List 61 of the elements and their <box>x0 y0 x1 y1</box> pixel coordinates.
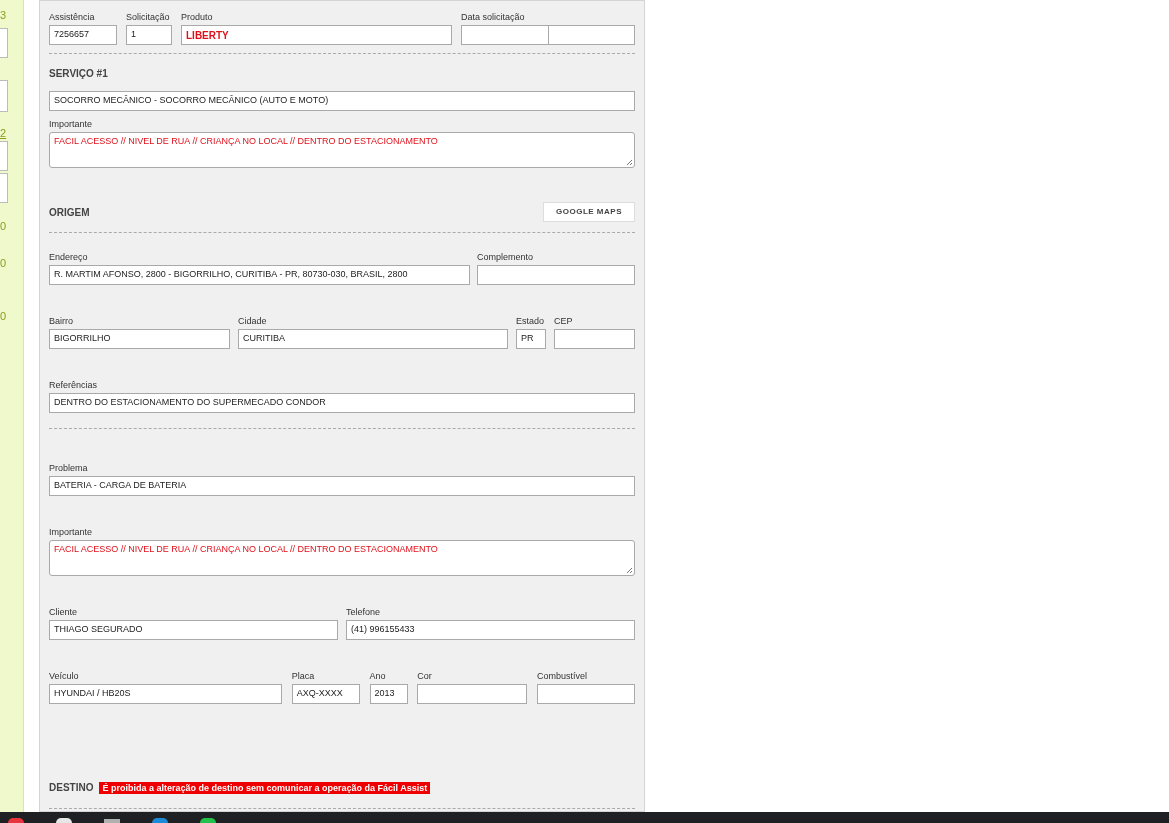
field-label: Estado <box>516 315 545 327</box>
warning-banner: É proibida a alteração de destino sem comunicar a operação da Fácil Assist <box>99 781 431 794</box>
field-label: Problema <box>49 462 88 474</box>
input-field[interactable]: BIGORRILHO <box>49 329 230 349</box>
field-label: Solicitação <box>126 11 170 23</box>
column-number: 0 <box>0 309 7 323</box>
field-label: Data solicitação <box>461 11 525 23</box>
field-label: CEP <box>554 315 573 327</box>
input-field[interactable]: R. MARTIM AFONSO, 2800 - BIGORRILHO, CURITIBA - PR, 80730-030, BRASIL, 2800 <box>49 265 470 285</box>
field-label: Endereço <box>49 251 88 263</box>
section-title: SERVIÇO #1 <box>49 67 108 81</box>
input-field[interactable] <box>548 25 635 45</box>
input-field[interactable]: AXQ-XXXX <box>291 684 360 704</box>
resize-handle-icon[interactable] <box>626 567 633 574</box>
field-label: Importante <box>49 526 93 538</box>
field-label: Placa <box>291 670 315 682</box>
field-label: Bairro <box>49 315 73 327</box>
input-field[interactable]: (41) 996155433 <box>346 620 635 640</box>
resize-handle-icon[interactable] <box>626 159 633 166</box>
input-field[interactable]: THIAGO SEGURADO <box>49 620 338 640</box>
field-label: Referências <box>49 379 98 391</box>
field-label: Cidade <box>238 315 267 327</box>
field-edge <box>0 141 8 171</box>
input-field[interactable] <box>537 684 635 704</box>
field-label: Produto <box>181 11 213 23</box>
input-field[interactable]: CURITIBA <box>238 329 508 349</box>
text-area[interactable]: FACIL ACESSO // NIVEL DE RUA // CRIANÇA NO LOCAL // DENTRO DO ESTACIONAMENTO <box>49 132 635 168</box>
column-number: 2 <box>0 126 7 140</box>
input-field[interactable]: PR <box>516 329 546 349</box>
column-number: 0 <box>0 256 7 270</box>
input-field[interactable]: DENTRO DO ESTACIONAMENTO DO SUPERMECADO CONDOR <box>49 393 635 413</box>
field-label: Cliente <box>49 606 77 618</box>
input-field[interactable]: BATERIA - CARGA DE BATERIA <box>49 476 635 496</box>
field-label: Importante <box>49 118 93 130</box>
field-label: Telefone <box>346 606 381 618</box>
field-label: Veículo <box>49 670 79 682</box>
input-field[interactable] <box>461 25 549 45</box>
google-maps-button[interactable]: GOOGLE MAPS <box>543 202 635 222</box>
field-value: LIBERTY <box>186 28 229 43</box>
column-number: 3 <box>0 8 7 22</box>
field-edge <box>0 173 8 203</box>
field-label: Complemento <box>477 251 534 263</box>
input-field[interactable] <box>477 265 635 285</box>
field-label: Cor <box>417 670 432 682</box>
input-field[interactable] <box>554 329 635 349</box>
input-field[interactable]: 7256657 <box>49 25 117 45</box>
column-number: 0 <box>0 219 7 233</box>
input-field[interactable]: 2013 <box>369 684 408 704</box>
input-field[interactable] <box>417 684 528 704</box>
field-label: Ano <box>369 670 386 682</box>
section-title: ORIGEM <box>49 205 90 220</box>
field-edge <box>0 28 8 58</box>
field-label: Assistência <box>49 11 95 23</box>
section-title: DESTINO <box>49 781 94 795</box>
field-edge <box>0 80 8 112</box>
input-field[interactable]: HYUNDAI / HB20S <box>49 684 282 704</box>
input-field[interactable]: SOCORRO MECÂNICO - SOCORRO MECÂNICO (AUTO E MOTO) <box>49 91 635 111</box>
field-label: Combustível <box>537 670 588 682</box>
input-field[interactable]: 1 <box>126 25 172 45</box>
input-field[interactable]: LIBERTY <box>181 25 452 45</box>
text-area[interactable]: FACIL ACESSO // NIVEL DE RUA // CRIANÇA NO LOCAL // DENTRO DO ESTACIONAMENTO <box>49 540 635 576</box>
